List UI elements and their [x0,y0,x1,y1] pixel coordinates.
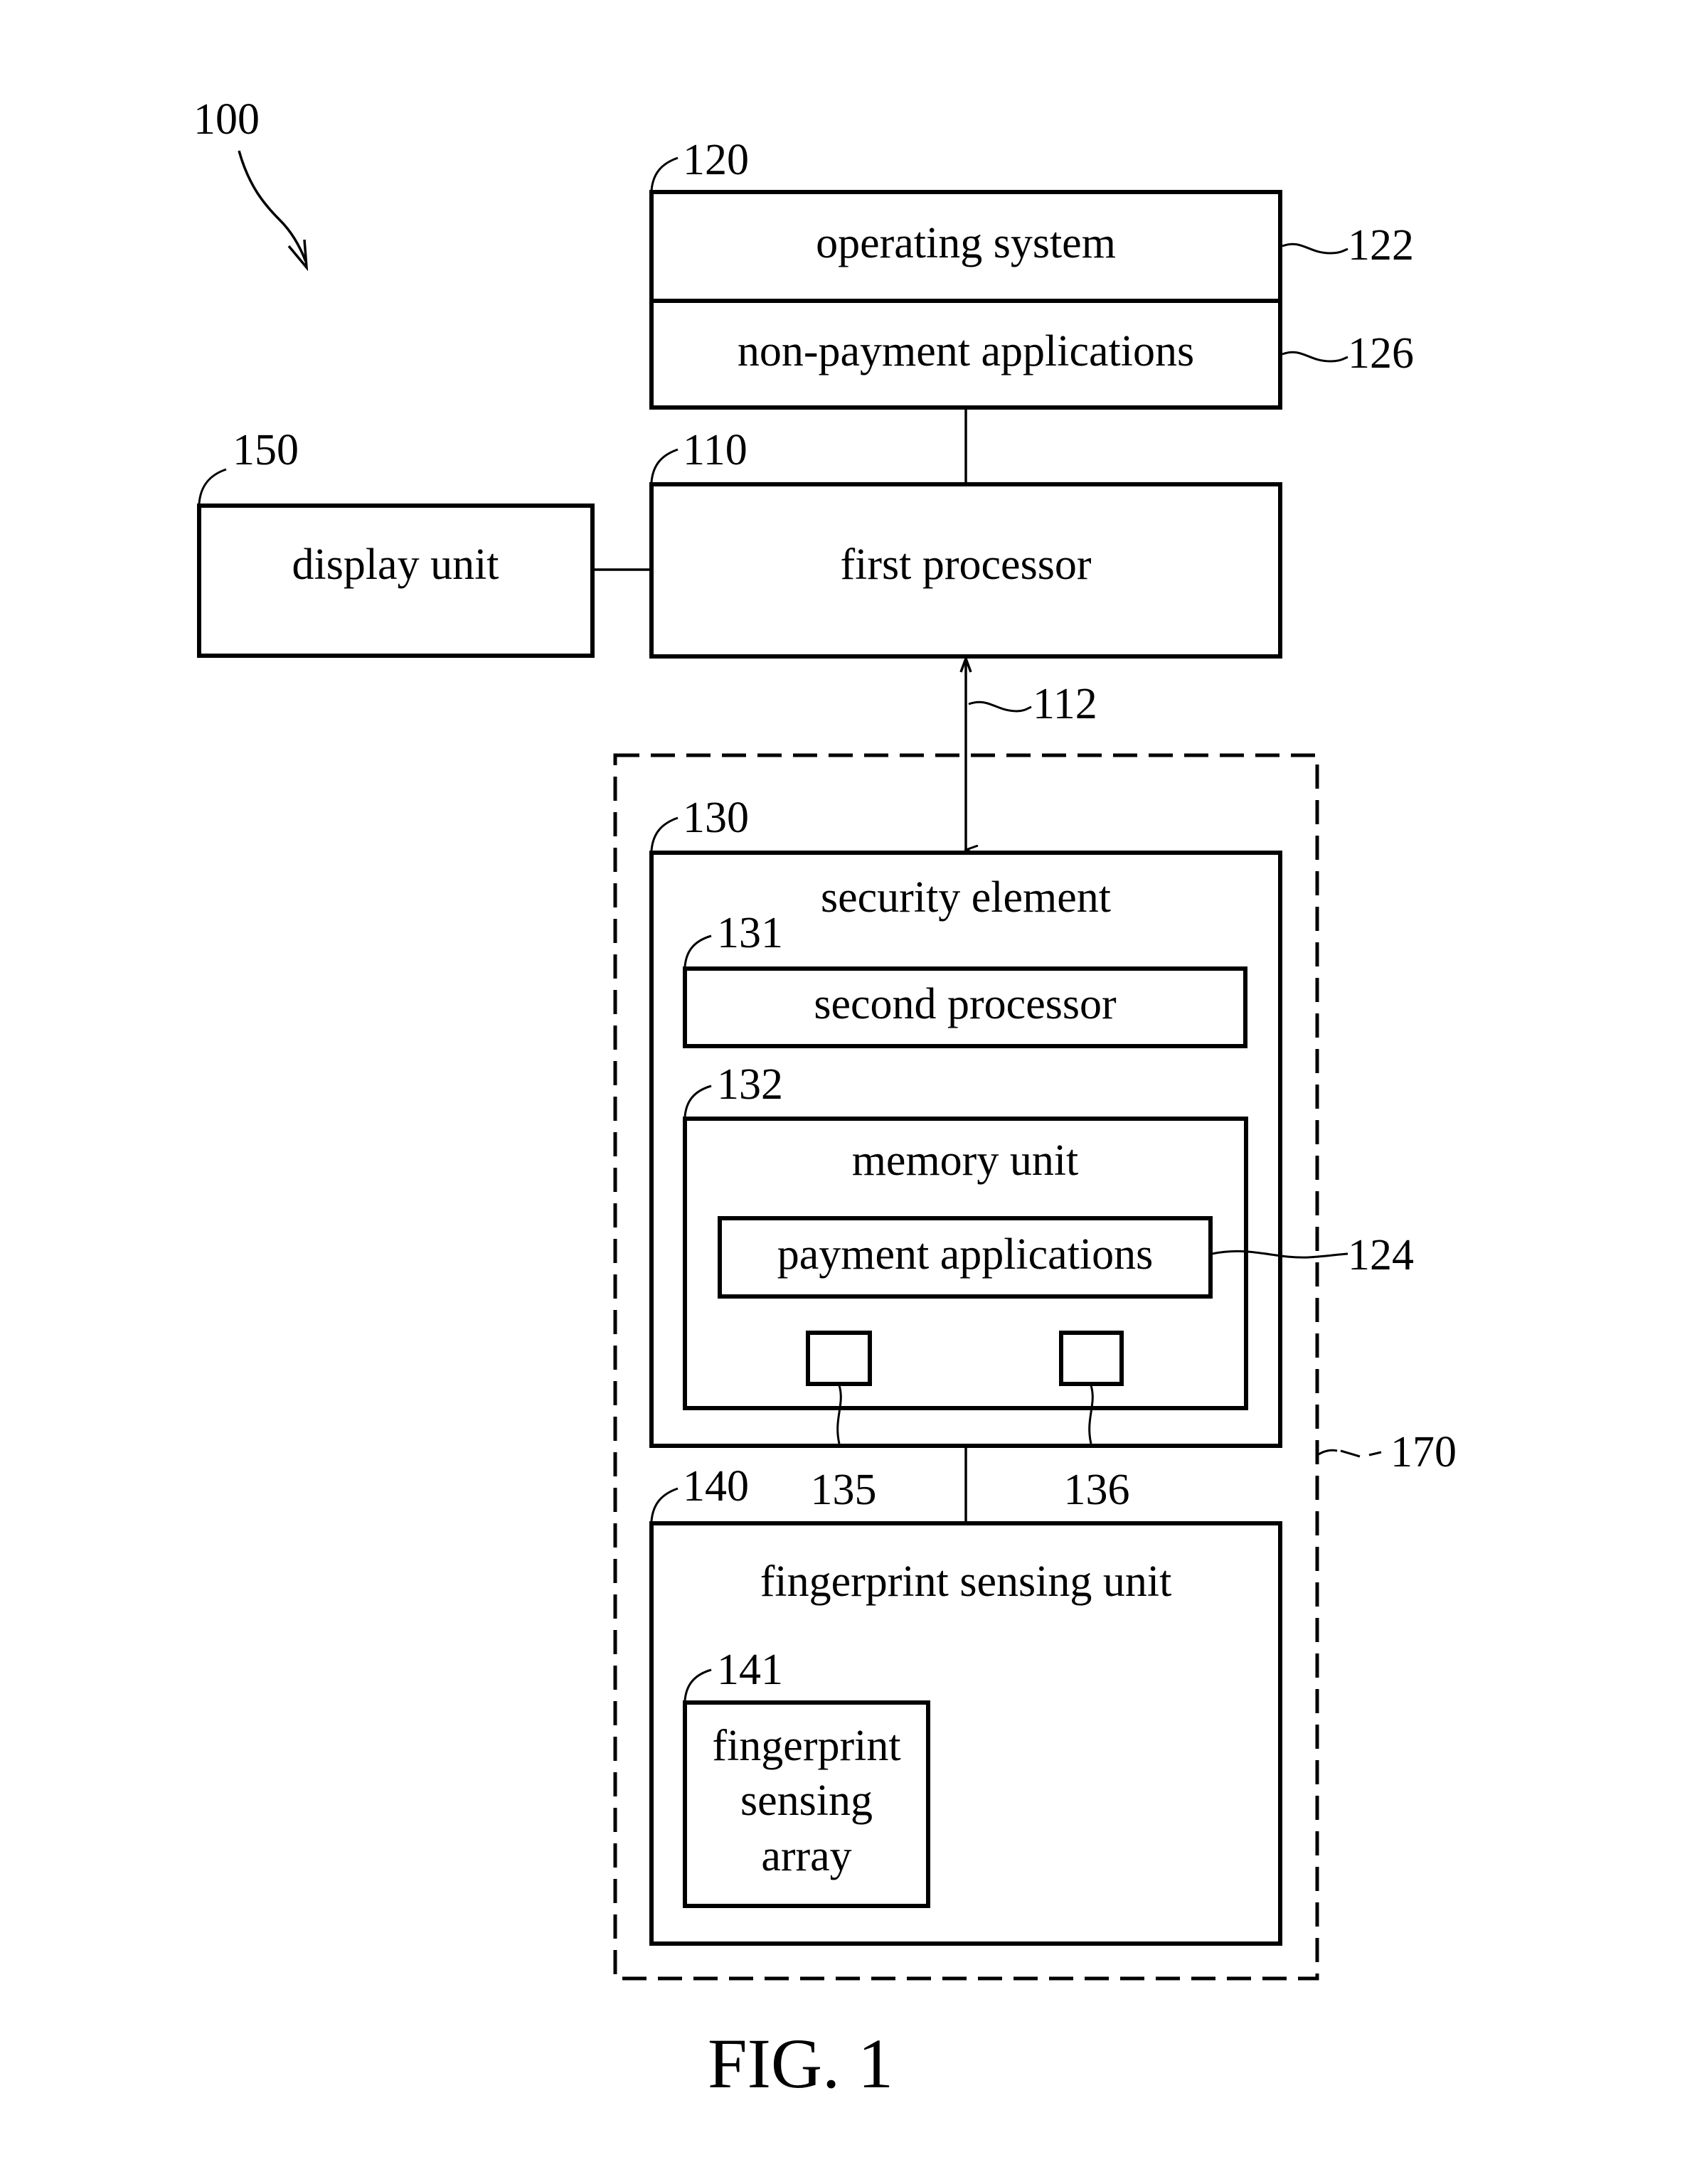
first-processor-ref: 110 [683,426,747,474]
link-ref: 112 [1033,680,1097,728]
security-element-leader [650,816,679,851]
non-payment-applications-ref: 126 [1348,329,1414,378]
memory-cell-136 [1059,1331,1124,1386]
payment-applications-ref: 124 [1348,1231,1414,1279]
link-ref-leader [968,701,1032,713]
second-processor-ref: 131 [717,909,783,957]
fingerprint-array-label-line-1: fingerprint [712,1722,900,1770]
fingerprint-array-label-line-2: sensing [740,1777,873,1825]
second-processor-label: second processor [814,980,1117,1028]
system-ref-label: 100 [193,95,260,144]
display-unit-ref: 150 [233,426,299,474]
security-element-label: security element [821,873,1111,922]
display-unit-leader [198,468,227,504]
fingerprint-sensing-unit-label: fingerprint sensing unit [760,1557,1172,1606]
fingerprint-unit-ref: 140 [683,1462,749,1511]
memory-cell-135-ref: 135 [811,1466,877,1514]
first-processor-label: first processor [841,540,1092,589]
memory-unit-label: memory unit [852,1136,1079,1185]
payment-applications-label: payment applications [777,1230,1154,1279]
block-diagram: 100 120 operating system non-payment app… [193,95,1457,2103]
figure-caption: FIG. 1 [708,2024,893,2103]
secure-module-ref: 170 [1390,1428,1457,1476]
non-payment-applications-label: non-payment applications [738,327,1194,375]
fingerprint-array-label-line-3: array [761,1832,851,1880]
first-processor-leader [650,448,679,483]
fingerprint-array-ref: 141 [717,1646,783,1694]
os-stack-ref: 120 [683,136,749,184]
display-unit-label: display unit [292,540,499,589]
memory-cell-136-ref: 136 [1064,1466,1130,1514]
security-element-ref: 130 [683,794,749,842]
memory-cell-135 [806,1331,872,1386]
operating-system-label: operating system [816,219,1116,267]
operating-system-ref: 122 [1348,221,1414,270]
secure-module-leader [1318,1449,1382,1458]
os-ref-leader [1282,243,1348,255]
memory-unit-ref: 132 [717,1060,783,1109]
apps-ref-leader [1282,351,1348,363]
os-stack-leader [650,156,679,191]
fingerprint-unit-leader [650,1487,679,1522]
system-ref-arrow-icon [238,150,307,262]
